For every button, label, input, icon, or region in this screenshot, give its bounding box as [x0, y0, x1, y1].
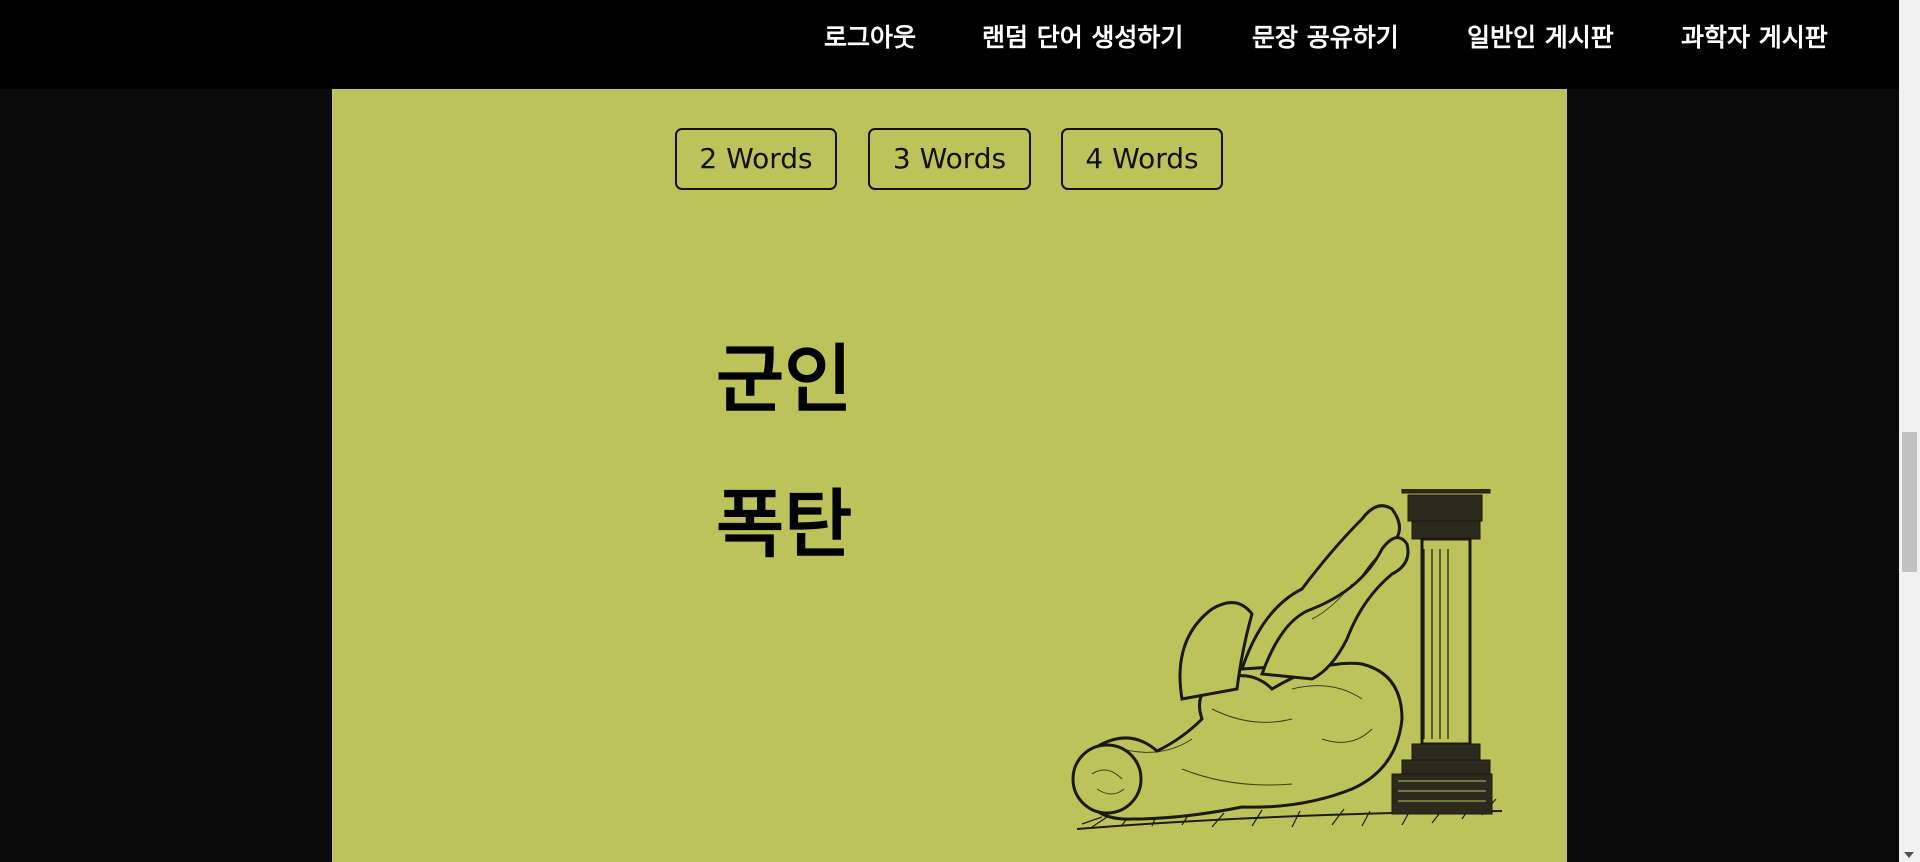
two-words-button[interactable]: 2 Words [675, 128, 837, 190]
three-words-button[interactable]: 3 Words [868, 128, 1031, 190]
generated-word-2: 폭탄 [716, 482, 853, 568]
pillar-shape [1391, 489, 1493, 815]
nav-share-sentence-link[interactable]: 문장 공유하기 [1252, 18, 1399, 58]
top-navigation-bar: 로그아웃 랜덤 단어 생성하기 문장 공유하기 일반인 게시판 과학자 게시판 [0, 0, 1899, 89]
fallen-man-shape [1071, 504, 1410, 821]
scrollbar-thumb[interactable] [1902, 432, 1917, 572]
page-scrollbar[interactable] [1899, 0, 1920, 862]
nav-general-board-link[interactable]: 일반인 게시판 [1467, 18, 1614, 58]
nav-logout-link[interactable]: 로그아웃 [824, 18, 916, 58]
fallen-man-with-pillar-illustration [1071, 489, 1502, 830]
nav-random-words-link[interactable]: 랜덤 단어 생성하기 [982, 18, 1183, 58]
nav-scientist-board-link[interactable]: 과학자 게시판 [1681, 18, 1828, 58]
word-generator-panel: 2 Words 3 Words 4 Words 군인 폭탄 [332, 89, 1567, 862]
four-words-button[interactable]: 4 Words [1061, 128, 1223, 190]
scroll-down-arrow-icon[interactable] [1904, 852, 1914, 858]
generated-word-1: 군인 [716, 337, 853, 423]
